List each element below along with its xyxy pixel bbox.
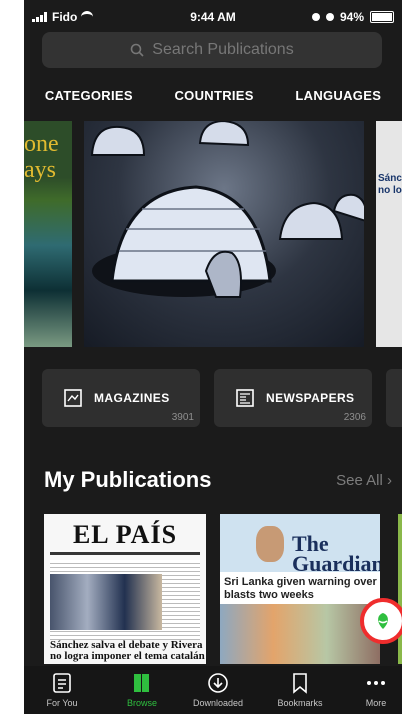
see-all-label: See All (336, 472, 383, 489)
publication-masthead: The Guardian (292, 531, 380, 576)
tab-countries[interactable]: COUNTRIES (170, 88, 257, 114)
featured-right-text: Sánch no log (378, 173, 402, 196)
publication-masthead: EL PAÍS (72, 520, 178, 549)
chevron-right-icon: › (387, 472, 392, 489)
publication-partial[interactable] (398, 514, 402, 664)
nav-downloaded[interactable]: Downloaded (186, 672, 250, 712)
bookmark-icon (293, 673, 307, 694)
nav-more[interactable]: More (350, 672, 402, 712)
newspapers-count: 2306 (343, 412, 366, 423)
pressreader-logo-icon (378, 613, 388, 629)
magazine-icon (64, 389, 82, 407)
featured-left-text: one ays (24, 131, 59, 183)
tab-languages[interactable]: LANGUAGES (291, 88, 385, 114)
publication-headline: Sánchez salva el debate y Rivera no logr… (50, 639, 205, 662)
cover-photo (220, 604, 380, 664)
nav-bookmarks[interactable]: Bookmarks (268, 672, 332, 712)
magazines-count: 3901 (171, 412, 194, 423)
nav-label: Downloaded (192, 698, 244, 708)
for-you-icon (53, 673, 71, 693)
newspaper-icon (236, 389, 254, 407)
search-icon (130, 43, 144, 57)
tab-categories[interactable]: CATEGORIES (41, 88, 137, 114)
browse-icon (134, 674, 149, 692)
status-right: 94% (311, 10, 394, 24)
newspapers-button[interactable]: NEWSPAPERS 2306 (214, 369, 372, 427)
category-button-partial[interactable] (386, 369, 402, 427)
browse-tabs: CATEGORIES COUNTRIES LANGUAGES (24, 88, 402, 114)
bottom-navigation: For You Browse Downloaded Bookmarks More (24, 666, 402, 714)
newspapers-label: NEWSPAPERS (266, 391, 355, 405)
nav-label: Bookmarks (277, 698, 323, 708)
search-bar[interactable]: Search Publications (42, 32, 382, 68)
search-placeholder: Search Publications (152, 41, 294, 58)
my-publications-title: My Publications (44, 467, 212, 492)
battery-percent: 94% (339, 10, 364, 24)
status-bar: Fido 9:44 AM 94% (24, 0, 402, 34)
reader-fab-button[interactable] (360, 598, 402, 644)
more-icon (367, 681, 385, 685)
location-icon (311, 13, 320, 21)
featured-card-right[interactable]: Sánch no log (376, 121, 402, 347)
featured-card-main[interactable] (84, 119, 368, 347)
cover-portrait (256, 526, 284, 562)
nav-label: More (365, 698, 387, 708)
nav-for-you[interactable]: For You (30, 672, 94, 712)
nav-label: Browse (126, 698, 157, 708)
download-icon (208, 673, 228, 693)
publication-headline: Sri Lanka given warning over blasts two … (224, 576, 377, 601)
magazines-label: MAGAZINES (94, 391, 170, 405)
magazines-button[interactable]: MAGAZINES 3901 (42, 369, 200, 427)
alarm-icon (325, 13, 334, 21)
app-screen: Fido 9:44 AM 94% Search Publications CAT… (24, 0, 402, 714)
publication-guardian[interactable]: The Guardian Sri Lanka given warning ove… (220, 514, 380, 664)
featured-cover-illustration (90, 119, 368, 298)
divider (50, 552, 200, 555)
nav-browse[interactable]: Browse (110, 672, 174, 712)
publication-el-pais[interactable]: EL PAÍS Sánchez salva el debate y Rivera… (44, 514, 206, 664)
nav-label: For You (46, 698, 78, 708)
battery-icon (370, 11, 394, 23)
featured-card-left[interactable]: one ays (24, 121, 72, 347)
cover-photo (50, 574, 162, 630)
see-all-link[interactable]: See All › (336, 472, 392, 489)
